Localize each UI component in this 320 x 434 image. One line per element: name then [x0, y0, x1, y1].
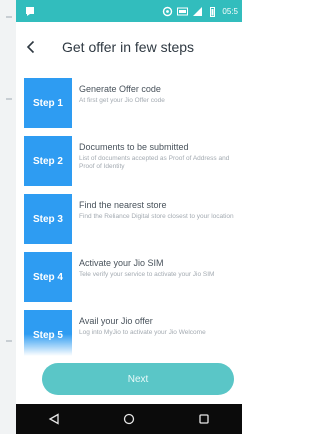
- step-badge: Step 4: [24, 252, 72, 302]
- status-bar: 05:5: [16, 0, 242, 22]
- step-badge: Step 3: [24, 194, 72, 244]
- wifi-icon: [193, 6, 203, 16]
- edge-mark: [6, 98, 12, 100]
- step-title: Avail your Jio offer: [79, 316, 153, 326]
- app-bar: Get offer in few steps: [16, 22, 242, 72]
- system-nav-bar: [16, 404, 242, 434]
- edge-mark: [6, 340, 12, 342]
- chevron-left-icon[interactable]: [16, 22, 46, 72]
- step-title: Activate your Jio SIM: [79, 258, 164, 268]
- left-edge-panel: [0, 0, 16, 434]
- step-body: Find the nearest store Find the Reliance…: [72, 194, 242, 244]
- step-item[interactable]: Step 3 Find the nearest store Find the R…: [24, 194, 242, 244]
- next-button[interactable]: Next: [42, 363, 234, 395]
- step-item[interactable]: Step 4 Activate your Jio SIM Tele verify…: [24, 252, 242, 302]
- steps-list[interactable]: Step 1 Generate Offer code At first get …: [16, 74, 242, 356]
- status-time: 05:5: [222, 6, 238, 16]
- app-notification-icon: [26, 7, 34, 16]
- step-description: List of documents accepted as Proof of A…: [79, 155, 230, 170]
- step-body: Documents to be submitted List of docume…: [72, 136, 242, 186]
- volte-icon: [177, 7, 189, 15]
- step-description: Find the Reliance Digital store closest …: [79, 213, 234, 220]
- step-item[interactable]: Step 2 Documents to be submitted List of…: [24, 136, 242, 186]
- edge-mark: [6, 16, 12, 18]
- step-badge: Step 2: [24, 136, 72, 186]
- scroll-fade: [16, 334, 242, 356]
- home-circle-icon[interactable]: [122, 412, 136, 426]
- page-title: Get offer in few steps: [62, 39, 195, 55]
- step-title: Documents to be submitted: [79, 142, 189, 152]
- step-body: Activate your Jio SIM Tele verify your s…: [72, 252, 242, 302]
- step-description: At first get your Jio Offer code: [79, 97, 165, 104]
- step-title: Find the nearest store: [79, 200, 167, 210]
- battery-icon: [210, 6, 216, 17]
- step-badge: Step 1: [24, 78, 72, 128]
- step-body: Generate Offer code At first get your Ji…: [72, 78, 242, 128]
- step-description: Tele verify your service to activate you…: [79, 271, 215, 278]
- recents-square-icon[interactable]: [197, 412, 211, 426]
- step-item[interactable]: Step 1 Generate Offer code At first get …: [24, 78, 242, 128]
- signal-icon: [163, 6, 173, 16]
- step-title: Generate Offer code: [79, 84, 161, 94]
- back-triangle-icon[interactable]: [47, 412, 61, 426]
